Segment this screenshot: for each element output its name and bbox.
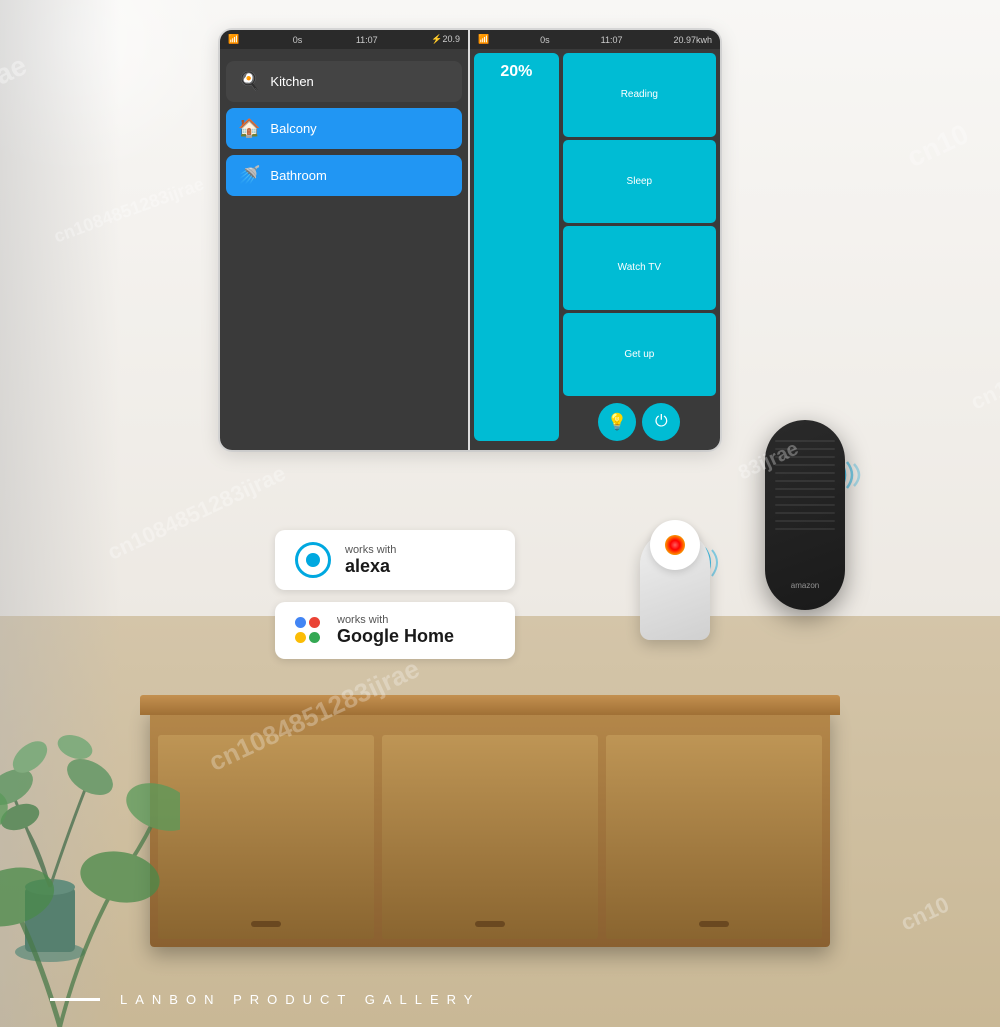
dimmer-bar[interactable]: 20%	[474, 53, 559, 441]
speaker-lines	[775, 440, 835, 530]
speaker-line-5	[775, 472, 835, 474]
screen-right-display: 📶 0s 11:07 20.97kwh 20% Reading Sleep	[470, 30, 720, 450]
dresser-top	[140, 695, 840, 715]
left-wifi-icon: 📶	[228, 34, 239, 45]
bathroom-icon: 🚿	[238, 165, 260, 186]
room-bathroom[interactable]: 🚿 Bathroom	[226, 155, 462, 196]
left-time: 11:07	[356, 35, 378, 45]
drawer-3	[606, 735, 822, 939]
speaker-line-4	[775, 464, 835, 466]
room-list: 🍳 Kitchen 🏠 Balcony 🚿 Bathroom	[220, 55, 468, 202]
drawer-1	[158, 735, 374, 939]
speaker-line-7	[775, 488, 835, 490]
alexa-badge: works with alexa	[275, 530, 515, 590]
dimmer-percent: 20%	[500, 63, 532, 81]
alexa-body: amazon	[765, 420, 845, 610]
right-content: 20% Reading Sleep Watch TV	[470, 49, 720, 445]
left-energy: ⚡20.9	[431, 34, 460, 45]
scene-sleep[interactable]: Sleep	[563, 140, 716, 224]
speaker-line-2	[775, 448, 835, 450]
speaker-line-1	[775, 440, 835, 442]
speaker-line-8	[775, 496, 835, 498]
drawer-2	[382, 735, 598, 939]
right-statusbar: 📶 0s 11:07 20.97kwh	[470, 30, 720, 49]
alexa-large-text: alexa	[345, 556, 396, 577]
kitchen-label: Kitchen	[270, 74, 313, 89]
plant-foreground	[0, 677, 180, 1027]
bottom-icons: 💡 ⏻	[563, 403, 716, 441]
drawer-handle-3	[699, 921, 729, 927]
alexa-small-text: works with	[345, 544, 396, 556]
amazon-label: amazon	[791, 581, 819, 590]
alexa-circle-icon	[295, 542, 331, 578]
google-home-badge: works with Google Home	[275, 602, 515, 659]
room-balcony[interactable]: 🏠 Balcony	[226, 108, 462, 149]
kitchen-icon: 🍳	[238, 71, 260, 92]
dresser	[150, 707, 830, 947]
scene-reading[interactable]: Reading	[563, 53, 716, 137]
google-home-top	[650, 520, 700, 570]
bottom-line-decoration	[50, 998, 100, 1001]
drawer-handle-2	[475, 921, 505, 927]
google-yellow-dot	[295, 632, 306, 643]
alexa-dot	[306, 553, 320, 567]
dresser-drawers	[150, 727, 830, 947]
google-green-dot	[309, 632, 320, 643]
google-small-text: works with	[337, 614, 454, 626]
speaker-line-3	[775, 456, 835, 458]
scene-get-up[interactable]: Get up	[563, 313, 716, 397]
scene-watch-tv[interactable]: Watch TV	[563, 226, 716, 310]
light-icon-btn[interactable]: 💡	[598, 403, 636, 441]
left-os-label: 0s	[293, 35, 303, 45]
google-home-speaker	[640, 530, 710, 640]
alexa-speaker: amazon	[755, 420, 855, 640]
power-icon-btn[interactable]: ⏻	[642, 403, 680, 441]
google-dots-icon	[295, 617, 323, 645]
google-blue-dot	[295, 617, 306, 628]
speaker-line-12	[775, 528, 835, 530]
right-energy: 20.97kwh	[673, 35, 712, 45]
bathroom-label: Bathroom	[270, 168, 326, 183]
scenes-column: Reading Sleep Watch TV Get up 💡	[563, 53, 716, 441]
smart-wall-panel: 📶 0s 11:07 ⚡20.9 🍳 Kitchen 🏠 Balcony 🚿 B…	[220, 30, 720, 450]
speaker-line-11	[775, 520, 835, 522]
left-statusbar: 📶 0s 11:07 ⚡20.9	[220, 30, 468, 49]
screen-left-display: 📶 0s 11:07 ⚡20.9 🍳 Kitchen 🏠 Balcony 🚿 B…	[220, 30, 468, 450]
room-kitchen[interactable]: 🍳 Kitchen	[226, 61, 462, 102]
speaker-line-10	[775, 512, 835, 514]
panel-left-screen: 📶 0s 11:07 ⚡20.9 🍳 Kitchen 🏠 Balcony 🚿 B…	[220, 30, 470, 450]
speaker-line-6	[775, 480, 835, 482]
alexa-text-group: works with alexa	[345, 544, 396, 577]
google-home-body	[640, 530, 710, 640]
speaker-line-9	[775, 504, 835, 506]
bottom-bar: LANBON PRODUCT GALLERY	[50, 992, 480, 1007]
drawer-handle-1	[251, 921, 281, 927]
google-text-group: works with Google Home	[337, 614, 454, 647]
brand-text: LANBON PRODUCT GALLERY	[120, 992, 480, 1007]
google-large-text: Google Home	[337, 626, 454, 647]
panel-right-screen: 📶 0s 11:07 20.97kwh 20% Reading Sleep	[470, 30, 720, 450]
right-time: 11:07	[601, 35, 623, 45]
balcony-label: Balcony	[270, 121, 316, 136]
badge-container: works with alexa works with Google Home	[275, 530, 515, 659]
scene-buttons: Reading Sleep Watch TV Get up	[563, 53, 716, 396]
google-red-dot	[309, 617, 320, 628]
google-home-light	[665, 535, 685, 555]
balcony-icon: 🏠	[238, 118, 260, 139]
right-os-label: 0s	[540, 35, 550, 45]
right-wifi-icon: 📶	[478, 34, 489, 45]
